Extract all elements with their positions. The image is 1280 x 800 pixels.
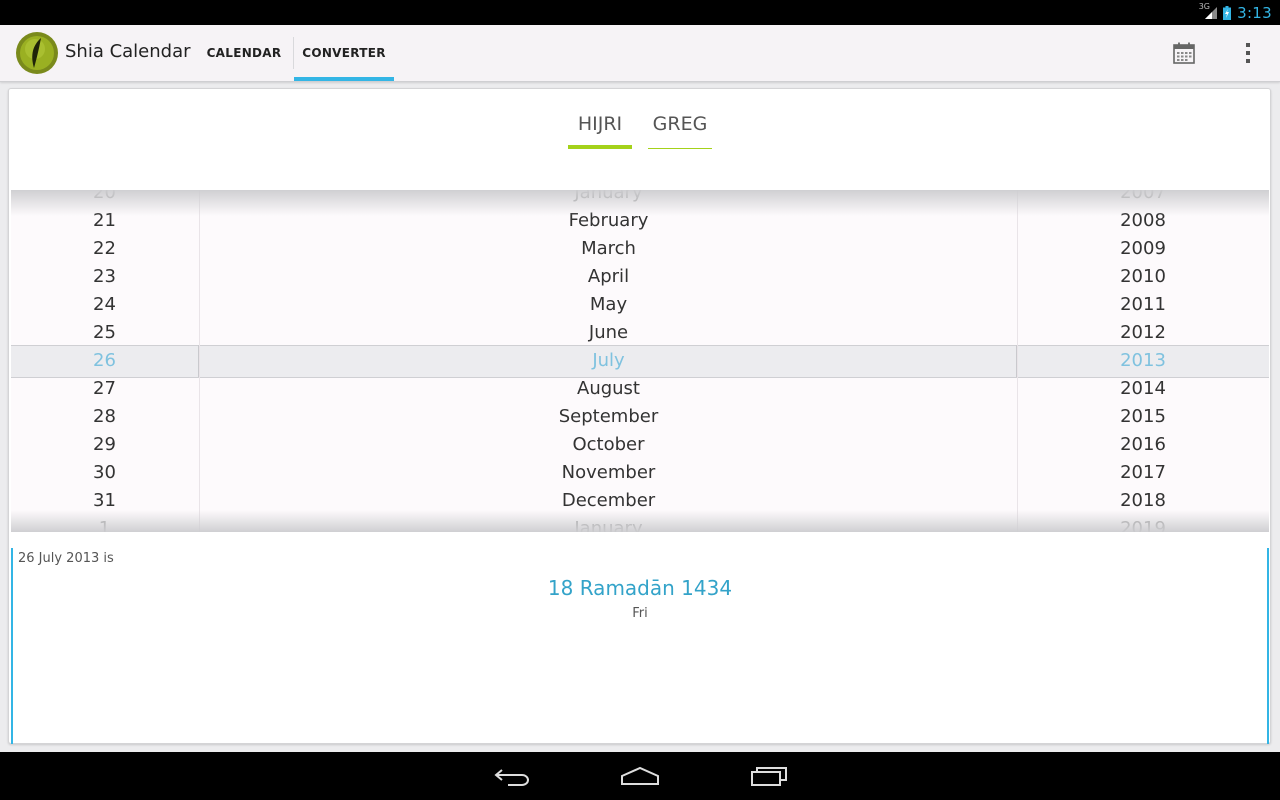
day-wheel[interactable]: 20 21 22 23 24 25 26 27 28 29 30 31 1	[11, 190, 198, 532]
picker-year-option[interactable]: 2014	[1017, 375, 1269, 403]
calendar-icon[interactable]	[1172, 41, 1196, 65]
action-bar: Shia Calendar CALENDAR CONVERTER	[0, 25, 1280, 82]
app-title: Shia Calendar	[65, 41, 191, 62]
picker-year-option[interactable]: 2015	[1017, 403, 1269, 431]
picker-day-option[interactable]: 20	[11, 190, 198, 207]
app-logo-icon[interactable]	[15, 31, 59, 75]
picker-day-option[interactable]: 28	[11, 403, 198, 431]
picker-day-option[interactable]: 23	[11, 263, 198, 291]
picker-month-option[interactable]: June	[200, 319, 1017, 347]
converter-card: HIJRI GREG 20 21 22 23 24 25 26 27 28 29 30 31 1 Jan…	[8, 88, 1271, 744]
converted-weekday: Fri	[632, 606, 648, 621]
month-wheel[interactable]: January February March April May June July Augu…	[199, 190, 1018, 532]
picker-year-option[interactable]: 2007	[1017, 190, 1269, 207]
signal-icon	[1205, 6, 1218, 19]
picker-year-option[interactable]: 2009	[1017, 235, 1269, 263]
picker-year-option[interactable]: 2017	[1017, 459, 1269, 487]
battery-charging-icon	[1223, 5, 1232, 20]
picker-year-option[interactable]: 2012	[1017, 319, 1269, 347]
picker-month-option[interactable]: March	[200, 235, 1017, 263]
picker-month-option[interactable]: August	[200, 375, 1017, 403]
tab-greg[interactable]: GREG	[648, 113, 712, 149]
converted-date: 18 Ramadān 1434	[547, 576, 733, 600]
year-wheel[interactable]: 2007 2008 2009 2010 2011 2012 2013 2014 2015 2016…	[1017, 190, 1269, 532]
picker-day-option[interactable]: 30	[11, 459, 198, 487]
status-clock: 3:13	[1237, 3, 1272, 22]
picker-month-option[interactable]: January	[200, 190, 1017, 207]
picker-month-option[interactable]: November	[200, 459, 1017, 487]
picker-year-option[interactable]: 2008	[1017, 207, 1269, 235]
picker-month-option[interactable]: January	[200, 515, 1017, 532]
picker-year-option[interactable]: 2018	[1017, 487, 1269, 515]
picker-day-option[interactable]: 21	[11, 207, 198, 235]
picker-month-option[interactable]: September	[200, 403, 1017, 431]
source-date-label: 26 July 2013 is	[18, 551, 114, 566]
picker-month-option[interactable]: May	[200, 291, 1017, 319]
picker-month-selected[interactable]: July	[200, 347, 1017, 375]
home-icon[interactable]	[620, 764, 660, 788]
tab-converter[interactable]: CONVERTER	[294, 25, 394, 81]
picker-month-option[interactable]: April	[200, 263, 1017, 291]
navigation-bar	[0, 752, 1280, 800]
picker-day-option[interactable]: 31	[11, 487, 198, 515]
picker-day-option[interactable]: 27	[11, 375, 198, 403]
recent-apps-icon[interactable]	[750, 764, 790, 788]
picker-day-selected[interactable]: 26	[11, 347, 198, 375]
picker-day-option[interactable]: 1	[11, 515, 198, 532]
date-picker: 20 21 22 23 24 25 26 27 28 29 30 31 1 January Februar…	[11, 190, 1269, 532]
picker-day-option[interactable]: 25	[11, 319, 198, 347]
picker-year-option[interactable]: 2010	[1017, 263, 1269, 291]
picker-month-option[interactable]: October	[200, 431, 1017, 459]
calendar-mode-tabs: HIJRI GREG	[9, 89, 1270, 189]
tab-calendar[interactable]: CALENDAR	[196, 25, 292, 81]
overflow-menu-icon[interactable]	[1236, 41, 1260, 65]
picker-month-option[interactable]: February	[200, 207, 1017, 235]
picker-year-option[interactable]: 2019	[1017, 515, 1269, 532]
picker-year-option[interactable]: 2011	[1017, 291, 1269, 319]
conversion-result: 26 July 2013 is 18 Ramadān 1434 Fri	[11, 548, 1269, 744]
picker-day-option[interactable]: 24	[11, 291, 198, 319]
tab-hijri[interactable]: HIJRI	[568, 113, 632, 149]
picker-day-option[interactable]: 29	[11, 431, 198, 459]
status-bar: 3G 3:13	[0, 0, 1280, 25]
picker-year-selected[interactable]: 2013	[1017, 347, 1269, 375]
picker-year-option[interactable]: 2016	[1017, 431, 1269, 459]
picker-day-option[interactable]: 22	[11, 235, 198, 263]
picker-month-option[interactable]: December	[200, 487, 1017, 515]
back-icon[interactable]	[492, 764, 532, 788]
